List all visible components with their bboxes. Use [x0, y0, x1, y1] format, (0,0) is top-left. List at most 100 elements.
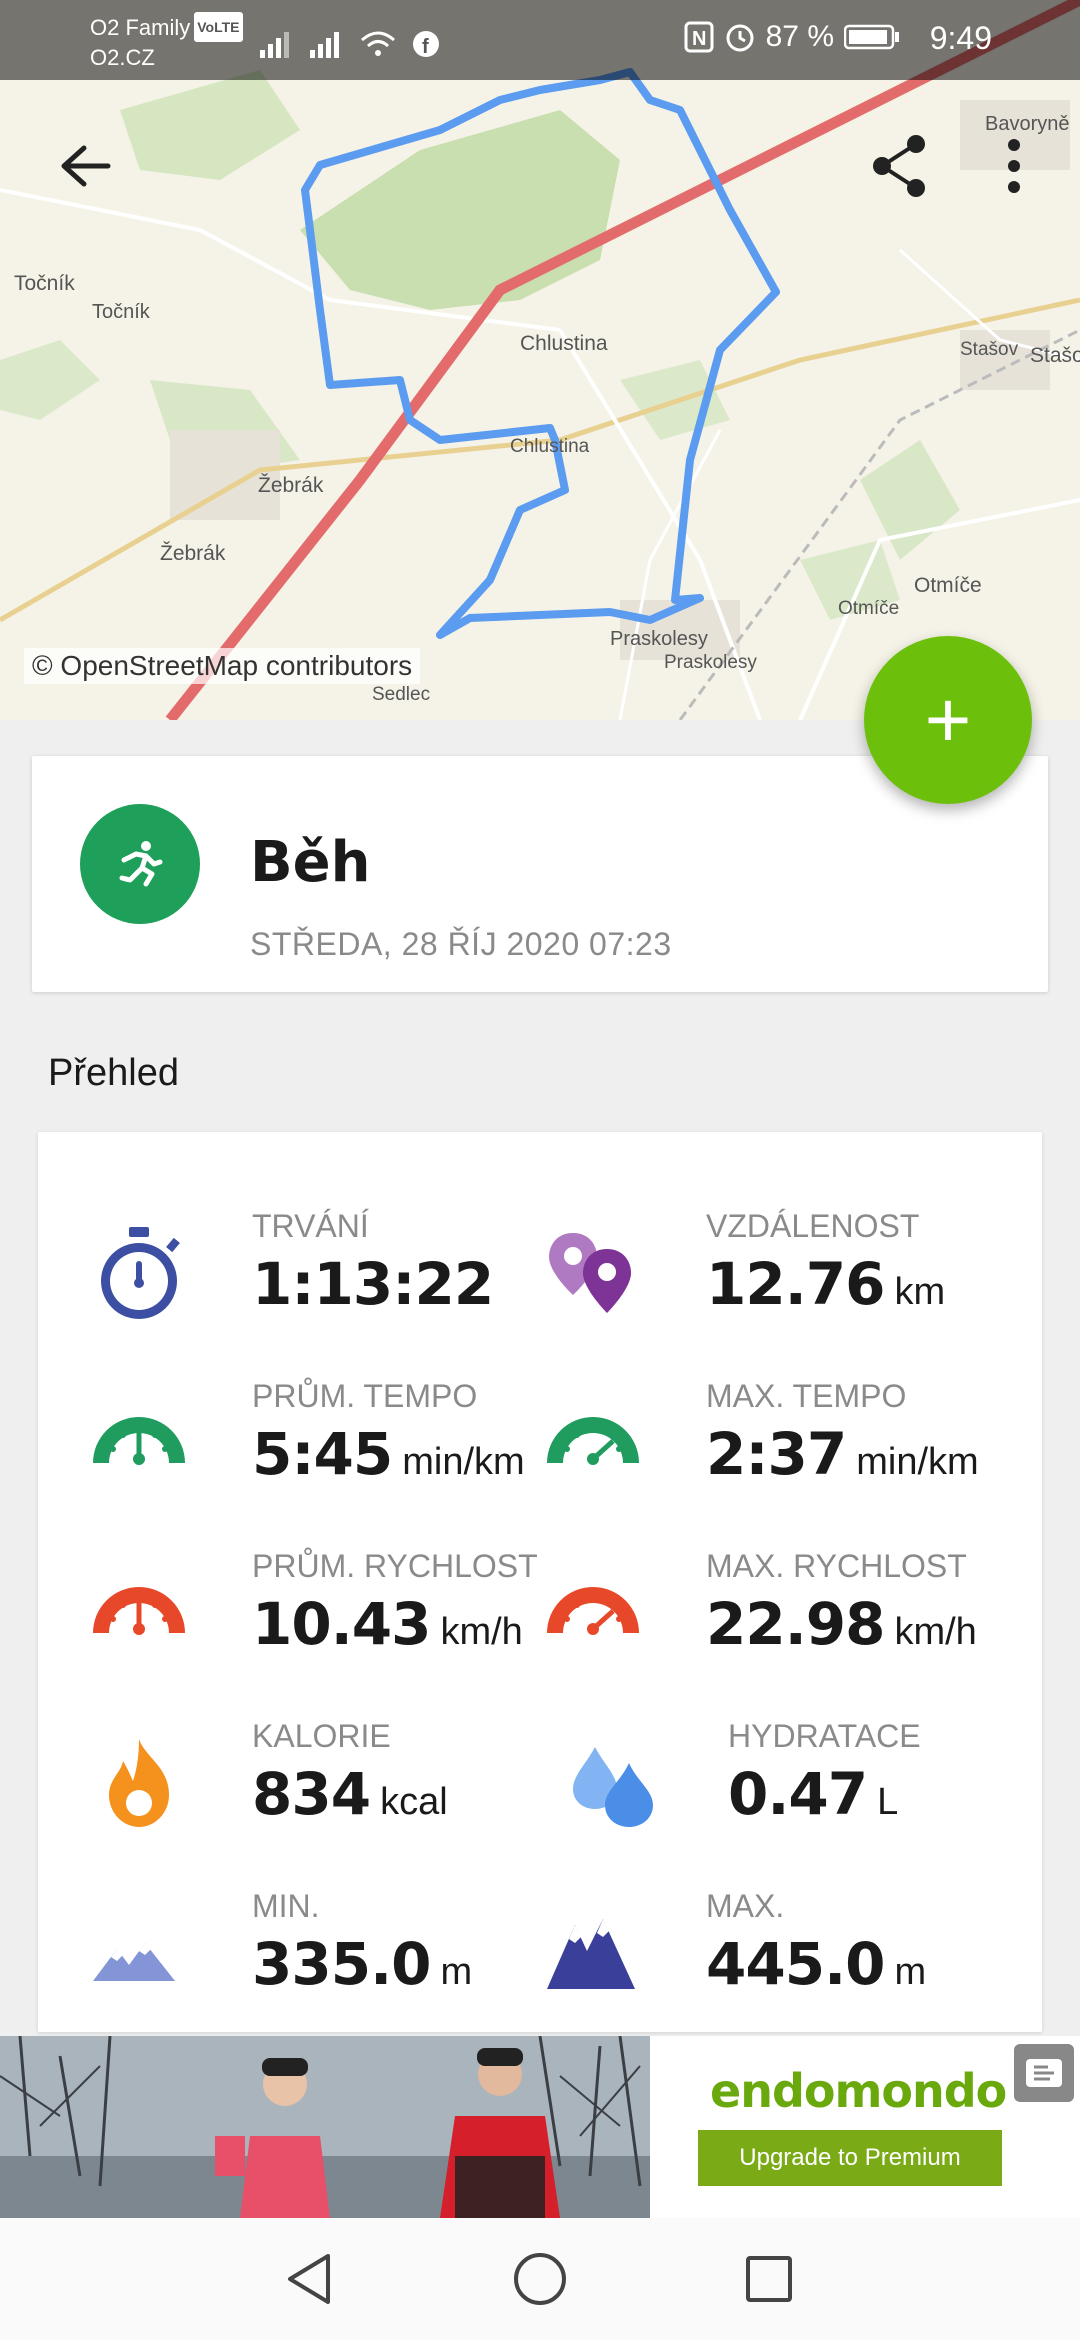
back-button[interactable]: [48, 130, 120, 202]
add-button[interactable]: +: [864, 636, 1032, 804]
wifi-icon: [361, 31, 395, 56]
stat-unit: km/h: [440, 1611, 523, 1653]
stat-value: 834: [252, 1760, 371, 1828]
svg-text:N: N: [692, 28, 706, 50]
map-label: Žebrák: [258, 474, 324, 497]
stat-unit: min/km: [856, 1441, 979, 1483]
stat-value: 2:37: [706, 1420, 847, 1488]
nfc-icon: N: [684, 21, 714, 53]
water-drops-icon: [560, 1728, 670, 1838]
ad-content: endomondo Upgrade to Premium: [650, 2036, 1080, 2218]
nav-recents-button[interactable]: [736, 2246, 802, 2312]
stat-unit: L: [877, 1781, 899, 1823]
overview-title: Přehled: [48, 1052, 179, 1094]
mountain-min-icon: [84, 1898, 194, 2008]
battery-icon: [844, 24, 899, 50]
map-label: Chlustina: [510, 436, 590, 457]
gauge-green-max-icon: [538, 1388, 648, 1498]
stat-value: 445.0: [706, 1930, 885, 1998]
map-label: Žebrák: [160, 542, 226, 565]
signal-icon: [260, 32, 289, 58]
mountain-max-icon: [538, 1898, 648, 2008]
system-nav-bar: [0, 2218, 1080, 2340]
plus-icon: +: [924, 675, 972, 764]
stat-hydration: HYDRATACE 0.47 L: [560, 1718, 1030, 1838]
map-label: Praskolesy: [610, 628, 708, 650]
upgrade-premium-button[interactable]: Upgrade to Premium: [698, 2130, 1002, 2186]
more-vert-icon: [1008, 139, 1020, 193]
stat-value: 0.47: [728, 1760, 868, 1828]
map-label: Chlustina: [520, 332, 608, 355]
status-icons: f: [260, 22, 440, 58]
gauge-red-max-icon: [538, 1558, 648, 1668]
stat-unit: min/km: [402, 1441, 525, 1483]
arrow-left-icon: [61, 145, 111, 187]
signal-2-icon: [310, 32, 339, 58]
map-label: Otmíče: [838, 598, 899, 619]
facebook-icon: f: [413, 31, 439, 58]
carrier-name-2: O2.CZ: [90, 45, 155, 70]
flame-icon: [84, 1728, 194, 1838]
stat-unit: m: [894, 1951, 927, 1993]
nav-back-icon: [288, 2254, 330, 2304]
stat-label: TRVÁNÍ: [252, 1208, 369, 1244]
stat-avg-speed: PRŮM. RYCHLOST 10.43 km/h: [84, 1548, 554, 1668]
stat-value: 10.43: [252, 1590, 431, 1658]
stat-calories: KALORIE 834 kcal: [84, 1718, 554, 1838]
volte-badge: VoLTE: [194, 12, 243, 42]
map-label: Stašov: [960, 339, 1019, 360]
map-attribution[interactable]: © OpenStreetMap contributors: [24, 648, 421, 684]
stat-unit: m: [440, 1951, 473, 1993]
nav-back-button[interactable]: [276, 2246, 342, 2312]
alarm-icon: [726, 24, 754, 52]
status-right: N 87 %: [684, 20, 900, 54]
stats-card: TRVÁNÍ 1:13:22 VZDÁLENOST 12.76 km PRŮM. …: [38, 1132, 1042, 2032]
carrier-info: O2 Family VoLTE O2.CZ: [90, 12, 243, 73]
share-icon: [873, 135, 925, 197]
stat-label: MAX. RYCHLOST: [706, 1548, 967, 1584]
running-icon: [80, 804, 200, 924]
map-label: Praskolesy: [664, 652, 757, 673]
nav-home-button[interactable]: [507, 2246, 573, 2312]
stat-avg-pace: PRŮM. TEMPO 5:45 min/km: [84, 1378, 554, 1498]
stat-value: 335.0: [252, 1930, 431, 1998]
map-label: Stašo: [1030, 344, 1080, 367]
share-button[interactable]: [864, 130, 936, 202]
stat-max-speed: MAX. RYCHLOST 22.98 km/h: [538, 1548, 1008, 1668]
stat-max-pace: MAX. TEMPO 2:37 min/km: [538, 1378, 1008, 1498]
route-map[interactable]: Bavoryně Točník Točník Chlustina Chlusti…: [0, 0, 1080, 720]
map-label: Otmíče: [914, 574, 982, 597]
stat-duration: TRVÁNÍ 1:13:22: [84, 1208, 554, 1328]
endomondo-logo: endomondo: [710, 2064, 1007, 2118]
stat-unit: km: [894, 1271, 946, 1313]
stat-value: 5:45: [252, 1420, 393, 1488]
stat-label: MAX. TEMPO: [706, 1378, 907, 1414]
stat-min-altitude: MIN. 335.0 m: [84, 1888, 554, 2008]
stat-unit: km/h: [894, 1611, 977, 1653]
workout-date: STŘEDA, 28 ŘÍJ 2020 07:23: [250, 926, 672, 962]
status-bar: O2 Family VoLTE O2.CZ f N 87 % 9:49: [0, 0, 1080, 80]
location-pins-icon: [538, 1218, 648, 1328]
ad-banner[interactable]: endomondo Upgrade to Premium: [0, 2036, 1080, 2218]
map-label: Točník: [14, 272, 75, 295]
stat-label: MIN.: [252, 1888, 320, 1924]
stat-value: 22.98: [706, 1590, 885, 1658]
clock: 9:49: [929, 20, 992, 56]
ad-badge-icon[interactable]: [1014, 2044, 1074, 2102]
stat-label: VZDÁLENOST: [706, 1208, 920, 1244]
sport-title: Běh: [250, 830, 371, 895]
stat-label: KALORIE: [252, 1718, 391, 1754]
workout-header-card: Běh STŘEDA, 28 ŘÍJ 2020 07:23: [32, 756, 1048, 992]
map-canvas: Bavoryně Točník Točník Chlustina Chlusti…: [0, 0, 1080, 720]
stopwatch-icon: [84, 1218, 194, 1328]
stat-label: HYDRATACE: [728, 1718, 921, 1754]
stat-value: 12.76: [706, 1250, 885, 1318]
stat-label: MAX.: [706, 1888, 785, 1924]
stat-max-altitude: MAX. 445.0 m: [538, 1888, 1008, 2008]
more-options-button[interactable]: [990, 130, 1038, 202]
battery-percent: 87 %: [765, 20, 834, 53]
nav-recents-icon: [746, 2256, 792, 2302]
stat-value: 1:13:22: [252, 1250, 494, 1318]
stat-distance: VZDÁLENOST 12.76 km: [538, 1208, 1008, 1328]
nav-home-icon: [514, 2253, 566, 2305]
